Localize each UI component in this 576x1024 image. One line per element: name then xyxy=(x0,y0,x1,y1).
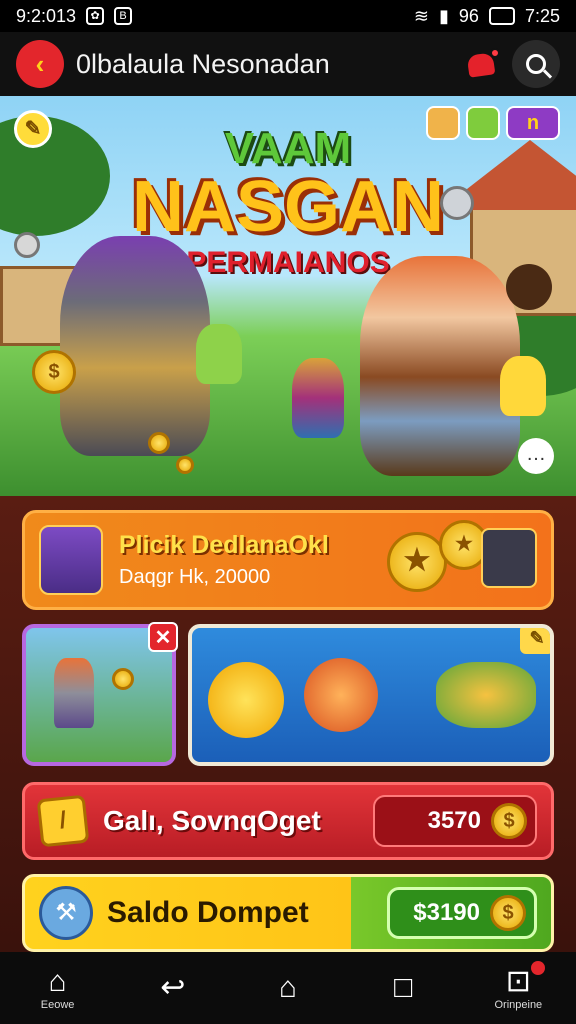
wifi-icon: ≋ xyxy=(413,5,430,26)
status-time-left: 9:2:013 xyxy=(16,5,77,26)
promo-text: Plicik DedlanaOkl Daqgr Hk, 20000 xyxy=(119,531,387,589)
edit-icon[interactable]: ✎ xyxy=(520,628,550,654)
search-button[interactable] xyxy=(512,40,560,88)
wallet-icon: ⚒ xyxy=(39,886,93,940)
battery-icon xyxy=(488,7,515,25)
candy-emoji-icon xyxy=(304,658,378,732)
back-arrow-icon: ‹ xyxy=(35,48,45,79)
reward-value: 3570 xyxy=(427,807,481,834)
game-card-adventure[interactable]: ✕ xyxy=(22,622,178,766)
status-left: 9:2:013 ✿ B xyxy=(16,5,133,27)
coin-icon: $ xyxy=(490,895,526,931)
status-time-right: 7:25 xyxy=(524,5,560,26)
nav-home-system[interactable]: ⌂ xyxy=(243,971,333,1005)
nav-profile[interactable]: ⊡ Orinpeine xyxy=(473,961,563,1011)
brown-creature xyxy=(506,264,552,310)
promo-subtitle: Daqgr Hk, 20000 xyxy=(119,566,271,588)
back-button[interactable]: ‹ xyxy=(16,40,64,88)
battery-level: 96 xyxy=(458,5,479,26)
bag-icon: ⊡ xyxy=(505,965,531,998)
goblin-character xyxy=(196,324,242,384)
yellow-creature xyxy=(500,356,546,416)
wallet-label: Saldo Dompet xyxy=(107,896,309,929)
knight-character xyxy=(60,236,210,456)
nav-recents[interactable]: □ xyxy=(358,971,448,1005)
search-icon xyxy=(526,54,546,74)
banner-title-main: NASGAN xyxy=(131,167,444,247)
coin-icon-small-2 xyxy=(176,456,194,474)
game-card-emoji[interactable]: ✎ xyxy=(188,624,554,766)
character-portrait-icon xyxy=(481,528,537,588)
notification-button[interactable] xyxy=(464,46,500,82)
promo-title: Plicik DedlanaOkl xyxy=(119,531,329,559)
gear-icon-left xyxy=(14,232,40,258)
nav-profile-label: Orinpeine xyxy=(494,999,543,1011)
ticket-icon: / xyxy=(36,794,90,848)
nav-home-label: Eeowe xyxy=(40,999,75,1011)
fox-hero-character xyxy=(360,256,520,476)
wallet-value-pill[interactable]: $3190 $ xyxy=(387,887,537,939)
kid-character xyxy=(292,358,344,438)
home-icon: ⌂ xyxy=(48,965,67,998)
bottom-navigation: ⌂ Eeowe ↩ ⌂ □ ⊡ Orinpeine xyxy=(0,952,576,1024)
hero-thumbnail xyxy=(54,658,94,728)
wallet-value: $3190 xyxy=(413,899,480,926)
star-coin-icon: ★ xyxy=(387,532,447,592)
reward-value-pill[interactable]: 3570 $ xyxy=(373,795,537,847)
chat-bubble-icon[interactable]: … xyxy=(518,438,554,474)
close-icon[interactable]: ✕ xyxy=(148,622,178,652)
app-notification-icon: B xyxy=(114,7,133,25)
coin-icon: $ xyxy=(32,350,76,394)
notification-dot xyxy=(490,48,500,58)
fish-creature-icon xyxy=(436,662,536,728)
nav-home[interactable]: ⌂ Eeowe xyxy=(13,965,103,1011)
signal-icon: ▮ xyxy=(439,5,449,26)
promo-coins: ★ ★ xyxy=(387,520,537,600)
reward-label: Galı, SovnqOget xyxy=(103,805,321,836)
status-right: ≋ ▮ 96 7:25 xyxy=(414,6,560,27)
nav-back[interactable]: ↩ xyxy=(128,971,218,1005)
house-outline-icon: ⌂ xyxy=(278,971,298,1004)
status-bar: 9:2:013 ✿ B ≋ ▮ 96 7:25 xyxy=(0,0,576,32)
promo-card[interactable]: Plicik DedlanaOkl Daqgr Hk, 20000 ★ ★ xyxy=(22,510,554,610)
gear-icon xyxy=(440,186,474,220)
back-icon: ↩ xyxy=(160,971,186,1004)
treasure-chest-icon xyxy=(39,525,103,595)
reward-row[interactable]: / Galı, SovnqOget 3570 $ xyxy=(22,782,554,860)
coin-icon-thumb xyxy=(112,668,134,690)
wallet-balance-row[interactable]: ⚒ Saldo Dompet $3190 $ xyxy=(22,874,554,952)
recents-icon: □ xyxy=(394,971,413,1004)
page-title: 0lbalaula Nesonadan xyxy=(76,48,330,79)
hero-banner[interactable]: ✎ n VAAM NASGAN PERMAIANOS $ … xyxy=(0,96,576,496)
laughing-emoji-icon xyxy=(208,662,284,738)
app-header: ‹ 0lbalaula Nesonadan xyxy=(0,32,576,96)
content-area: Plicik DedlanaOkl Daqgr Hk, 20000 ★ ★ ✕ … xyxy=(0,496,576,952)
coin-icon-small xyxy=(148,432,170,454)
coin-icon: $ xyxy=(491,803,527,839)
settings-icon: ✿ xyxy=(86,7,105,25)
